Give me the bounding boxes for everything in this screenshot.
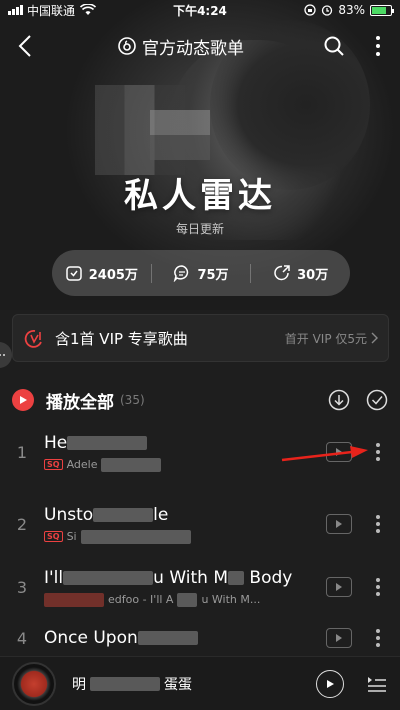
vip-cta[interactable]: 首开 VIP 仅5元 <box>285 330 378 347</box>
mv-button[interactable] <box>326 514 352 534</box>
comments-count: 75万 <box>197 267 229 283</box>
now-playing-track[interactable]: 明 蛋蛋 <box>72 674 316 694</box>
alarm-icon <box>322 5 333 16</box>
song-title: Once Upon <box>44 628 138 648</box>
vip-banner-label: 含1首 VIP 专享歌曲 <box>55 329 188 348</box>
sq-badge: SQ <box>44 459 63 470</box>
share-button[interactable]: 30万 <box>250 263 350 283</box>
cover-mosaic <box>150 110 210 160</box>
clock: 下午4:24 <box>173 3 227 18</box>
status-bar: 中国联通 下午4:24 83% <box>0 0 400 20</box>
lock-rotation-icon <box>304 4 316 16</box>
more-menu-button[interactable] <box>356 24 400 68</box>
song-more-button[interactable] <box>364 515 392 533</box>
song-index: 3 <box>16 577 28 597</box>
share-icon <box>274 265 290 281</box>
vip-icon <box>24 330 42 348</box>
album-disc[interactable] <box>12 661 56 706</box>
song-title-tail: u With M <box>153 567 228 588</box>
song-more-button[interactable] <box>364 578 392 596</box>
mini-player[interactable]: 明 蛋蛋 <box>0 656 400 710</box>
mv-play-icon <box>336 634 342 642</box>
multi-select-icon[interactable] <box>366 389 388 411</box>
song-title-tail: Body <box>249 567 293 588</box>
nav-header: 官方动态歌单 <box>0 24 400 68</box>
playlist-subtitle: 每日更新 <box>175 222 224 236</box>
song-title: Unsto <box>44 504 94 525</box>
play-all-label[interactable]: 播放全部 <box>46 388 114 413</box>
vip-cta-label: 首开 VIP 仅5元 <box>284 331 367 346</box>
song-row[interactable]: 2 Unsto le SQ Si <box>0 492 400 556</box>
collect-count: 2405万 <box>88 267 138 283</box>
song-row[interactable]: 4 Once Upon <box>0 618 400 658</box>
carrier-label: 中国联通 <box>27 3 76 18</box>
annotation-arrow <box>281 446 368 462</box>
share-count: 30万 <box>297 267 329 283</box>
battery-percent: 83% <box>338 3 365 17</box>
search-button[interactable] <box>312 24 356 68</box>
play-all-bar: 播放全部 (35) <box>0 384 400 416</box>
mv-button[interactable] <box>326 628 352 648</box>
play-all-button[interactable] <box>12 389 34 411</box>
wifi-icon <box>80 4 97 15</box>
battery-icon <box>370 4 394 16</box>
song-artist: edfoo - I'll A <box>108 593 174 606</box>
download-icon[interactable] <box>328 389 350 411</box>
play-pause-button[interactable] <box>316 669 344 698</box>
chevron-right-icon <box>371 332 378 344</box>
mv-button[interactable] <box>326 577 352 597</box>
song-row[interactable]: 3 I'll u With M Body edfoo - I'll A u With… <box>0 555 400 619</box>
playlist-queue-icon[interactable] <box>366 674 388 694</box>
page-title: 官方动态歌单 <box>50 34 312 59</box>
song-title-tail: le <box>153 504 169 525</box>
playlist-title: 私人雷达 <box>124 176 276 216</box>
collect-button[interactable]: 2405万 <box>52 264 151 283</box>
play-icon <box>327 679 334 688</box>
song-meta-tail: u With M... <box>201 593 261 606</box>
mv-play-icon <box>336 583 342 591</box>
play-icon <box>20 396 27 404</box>
song-index: 2 <box>16 514 28 534</box>
chevron-left-icon <box>18 35 31 57</box>
song-index: 1 <box>16 442 28 462</box>
song-title: I'll <box>44 567 64 588</box>
track-suffix: 蛋蛋 <box>164 676 192 693</box>
collect-icon <box>65 266 82 281</box>
side-drawer-handle[interactable] <box>0 342 12 368</box>
track-prefix: 明 <box>72 676 86 693</box>
song-title: He <box>44 432 68 453</box>
dots-icon <box>0 354 5 356</box>
sq-badge: SQ <box>44 531 63 542</box>
song-more-button[interactable] <box>364 629 392 647</box>
song-artist: Si <box>66 530 77 543</box>
song-index: 4 <box>16 628 28 648</box>
song-artist: Adele <box>66 458 98 471</box>
page-title-label: 官方动态歌单 <box>142 38 244 59</box>
search-icon <box>324 36 344 56</box>
comments-button[interactable]: 75万 <box>150 263 251 283</box>
netease-logo-icon <box>118 37 136 55</box>
song-count: (35) <box>120 393 145 407</box>
signal-icon <box>8 5 23 15</box>
back-button[interactable] <box>0 24 50 68</box>
stats-bar: 2405万 75万 30万 <box>52 250 350 296</box>
comment-icon <box>174 265 189 282</box>
vip-banner[interactable]: 含1首 VIP 专享歌曲 首开 VIP 仅5元 <box>12 314 389 362</box>
mv-play-icon <box>336 520 342 528</box>
more-vertical-icon <box>376 36 380 56</box>
